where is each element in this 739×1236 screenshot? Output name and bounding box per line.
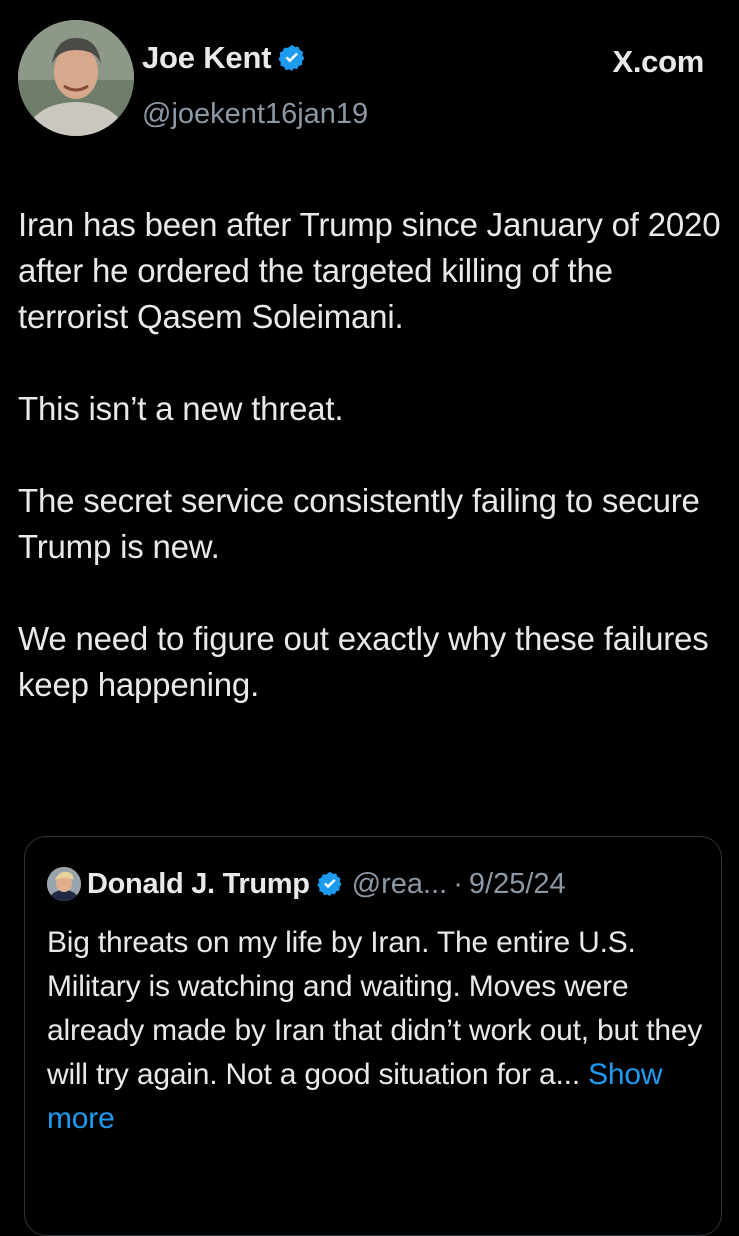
author-handle[interactable]: @joekent16jan19 <box>142 98 368 131</box>
tweet-text: Iran has been after Trump since January … <box>18 202 728 754</box>
avatar[interactable] <box>18 20 134 136</box>
tweet-paragraph: This isn’t a new threat. <box>18 390 344 427</box>
quoted-handle[interactable]: @rea... <box>352 868 448 901</box>
tweet-paragraph: We need to figure out exactly why these … <box>18 620 709 703</box>
quoted-avatar <box>47 867 81 901</box>
x-brand-label: X.com <box>612 44 704 79</box>
avatar-photo <box>18 20 134 136</box>
quoted-tweet-text: Big threats on my life by Iran. The enti… <box>47 921 707 1141</box>
tweet-header: Joe Kent @joekent16jan19 X.com <box>18 20 718 144</box>
verified-badge-icon <box>277 43 307 73</box>
quoted-tweet-card[interactable]: Donald J. Trump @rea... · 9/25/24 Big th… <box>24 836 722 1236</box>
tweet-paragraph: Iran has been after Trump since January … <box>18 206 721 335</box>
quoted-tweet-header: Donald J. Trump @rea... · 9/25/24 <box>47 867 566 901</box>
quoted-display-name[interactable]: Donald J. Trump <box>87 868 310 901</box>
quoted-timestamp[interactable]: 9/25/24 <box>469 868 566 901</box>
tweet-paragraph: The secret service consistently failing … <box>18 482 700 565</box>
dot-separator: · <box>453 867 463 900</box>
author-name-row: Joe Kent <box>142 40 307 76</box>
author-display-name[interactable]: Joe Kent <box>142 40 272 76</box>
verified-badge-icon <box>316 870 344 898</box>
